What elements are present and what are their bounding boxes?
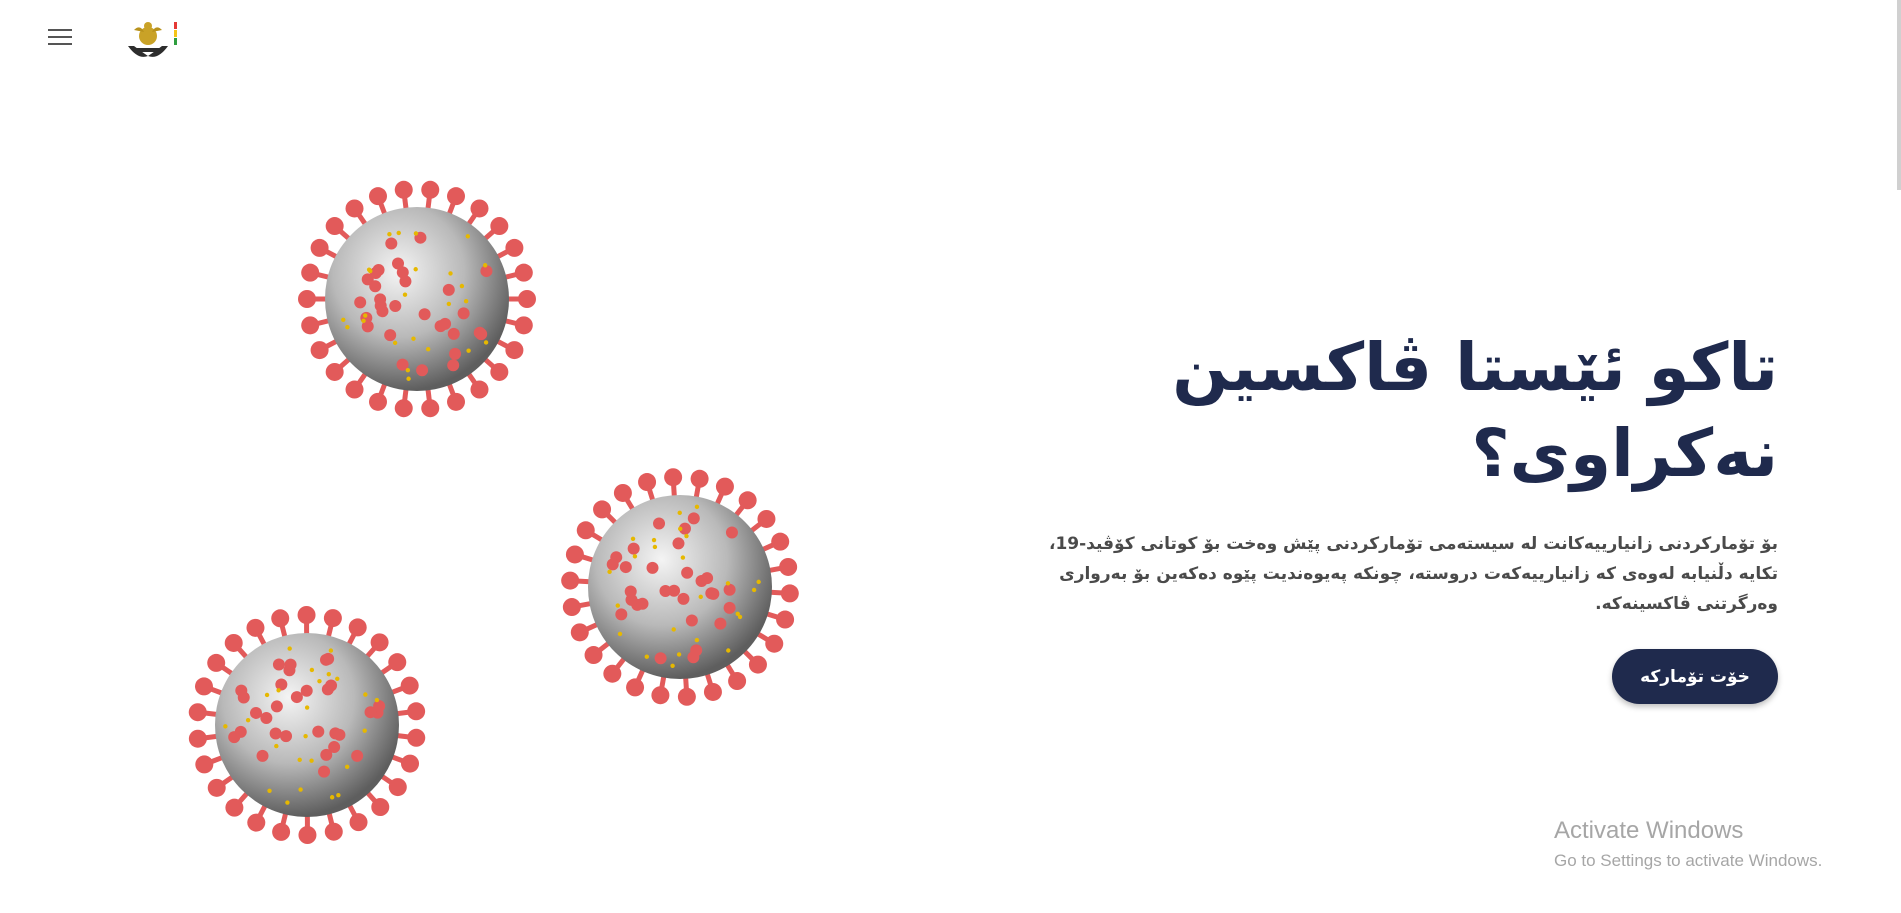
kurdistan-emblem-logo[interactable]: [122, 16, 180, 60]
watermark-subtitle: Go to Settings to activate Windows.: [1554, 851, 1823, 870]
virus-illustration-bottom: [188, 606, 426, 844]
menu-button[interactable]: [45, 24, 75, 50]
watermark-title: Activate Windows: [1554, 817, 1744, 844]
register-button[interactable]: خۆت تۆمارکە: [1612, 649, 1778, 704]
virus-illustration-middle: [561, 468, 799, 706]
windows-activation-watermark: Activate Windows Go to Settings to activ…: [1554, 816, 1822, 872]
page: تاکو ئێستا ڤاکسین نەکراوی؟ بۆ تۆمارکردنی…: [0, 0, 1901, 913]
hero-title: تاکو ئێستا ڤاکسین نەکراوی؟: [1172, 329, 1778, 492]
hamburger-menu-icon: [48, 29, 72, 31]
scrollbar[interactable]: [1897, 0, 1901, 190]
virus-illustration-top: [298, 180, 536, 418]
hero-description: بۆ تۆمارکردنی زانیارییەکانت لە سیستەمی ت…: [1048, 534, 1778, 614]
hero-section: تاکو ئێستا ڤاکسین نەکراوی؟ بۆ تۆمارکردنی…: [928, 325, 1778, 619]
